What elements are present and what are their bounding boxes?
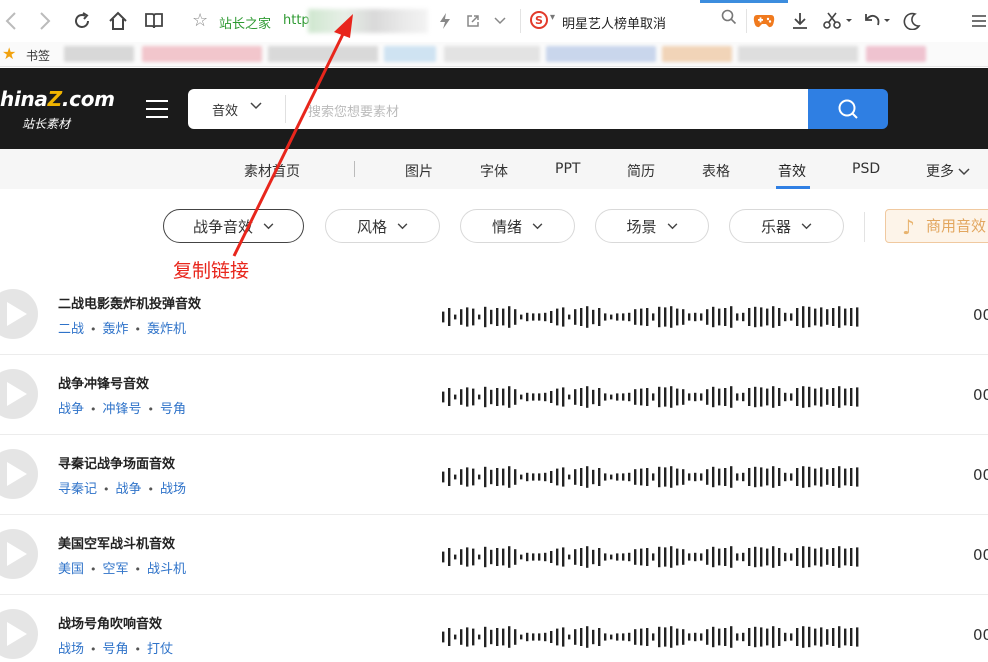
screen: ☆ 站长之家 http S ▾ 明星艺人榜单取消 ★ 书签 hinaZ.com … (0, 0, 988, 662)
annotation-arrow (232, 14, 353, 257)
